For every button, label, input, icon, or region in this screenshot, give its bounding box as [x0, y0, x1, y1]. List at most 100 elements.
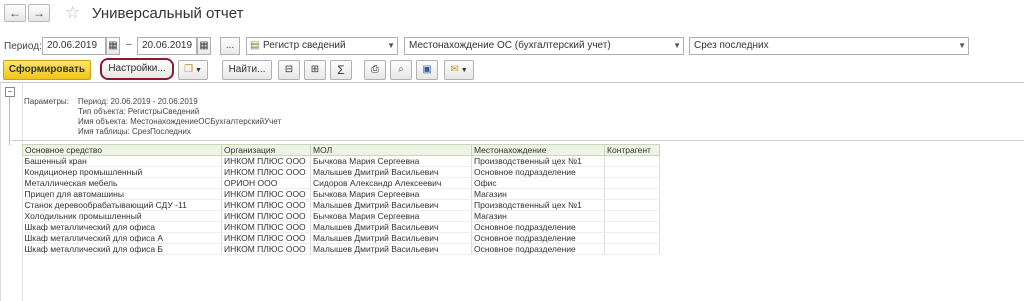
cell-contractor — [604, 155, 660, 167]
cell-asset: Металлическая мебель — [22, 177, 222, 189]
chevron-down-icon: ▼ — [958, 41, 966, 50]
cell-location: Производственный цех №1 — [471, 155, 605, 167]
cell-mol: Сидоров Александр Алексеевич — [310, 177, 472, 189]
cell-organization: ИНКОМ ПЛЮС ООО — [221, 243, 311, 255]
cell-asset: Кондиционер промышленный — [22, 166, 222, 178]
cell-contractor — [604, 188, 660, 200]
settings-button[interactable]: Настройки... — [100, 58, 174, 80]
date-to-field[interactable]: 20.06.2019 — [137, 37, 197, 55]
chevron-down-icon: ▼ — [387, 41, 395, 50]
cell-location: Основное подразделение — [471, 232, 605, 244]
param-line: Имя объекта: МестонахождениеОСБухгалтерс… — [78, 117, 282, 126]
chevron-down-icon: ▼ — [673, 41, 681, 50]
period-label: Период: — [4, 41, 42, 52]
params-list: Период: 20.06.2019 - 20.06.2019 Тип объе… — [78, 97, 281, 137]
back-button[interactable]: ← — [4, 4, 26, 22]
header-mol[interactable]: МОЛ — [310, 144, 472, 156]
table-row[interactable]: Прицеп для автомашины ИНКОМ ПЛЮС ООО Бычко… — [22, 188, 660, 200]
table-header-row: Основное средство Организация МОЛ Местон… — [22, 144, 660, 156]
header-contractor[interactable]: Контрагент — [604, 144, 660, 156]
page-title: Универсальный отчет — [92, 5, 244, 22]
cell-mol: Малышев Дмитрий Васильевич — [310, 232, 472, 244]
param-line: Тип объекта: РегистрыСведений — [78, 107, 200, 116]
collapse-groups-button[interactable]: ⊟ — [278, 60, 300, 80]
params-divider — [12, 140, 1024, 141]
cell-contractor — [604, 243, 660, 255]
param-line: Имя таблицы: СрезПоследних — [78, 127, 191, 136]
grid-plus-icon: ⊞ — [310, 64, 320, 75]
cell-location: Магазин — [471, 210, 605, 222]
cell-location: Основное подразделение — [471, 166, 605, 178]
report-table: Основное средство Организация МОЛ Местон… — [22, 144, 660, 255]
find-button[interactable]: Найти... — [222, 60, 272, 80]
table-row[interactable]: Шкаф металлический для офиса Б ИНКОМ ПЛЮС… — [22, 243, 660, 255]
sum-button[interactable]: Σ — [330, 60, 352, 80]
header-location[interactable]: Местонахождение — [471, 144, 605, 156]
calendar-to-button[interactable]: ▦ — [197, 37, 211, 55]
cell-organization: ИНКОМ ПЛЮС ООО — [221, 232, 311, 244]
table-row[interactable]: Станок деревообрабатывающий СДУ -11 ИНКОМ… — [22, 199, 660, 211]
table-row[interactable]: Шкаф металлический для офиса ИНКОМ ПЛЮС О… — [22, 221, 660, 233]
forward-button[interactable]: → — [28, 4, 50, 22]
table-row[interactable]: Шкаф металлический для офиса А ИНКОМ ПЛЮС… — [22, 232, 660, 244]
preview-button[interactable]: ⌕ — [390, 60, 412, 80]
param-line: Период: 20.06.2019 - 20.06.2019 — [78, 97, 198, 106]
printer-icon: ⎙ — [371, 64, 379, 75]
cell-mol: Малышев Дмитрий Васильевич — [310, 199, 472, 211]
register-name-select[interactable]: Местонахождение ОС (бухгалтерский учет) … — [404, 37, 684, 55]
calendar-icon: ▦ — [108, 40, 118, 51]
cell-mol: Малышев Дмитрий Васильевич — [310, 243, 472, 255]
envelope-icon: ✉ — [450, 64, 459, 75]
cell-location: Производственный цех №1 — [471, 199, 605, 211]
header-asset[interactable]: Основное средство — [22, 144, 222, 156]
cell-location: Магазин — [471, 188, 605, 200]
calendar-icon: ▦ — [199, 40, 209, 51]
cell-asset: Шкаф металлический для офиса — [22, 221, 222, 233]
preview-icon: ⌕ — [398, 64, 404, 75]
collapse-params-toggle[interactable]: − — [5, 87, 15, 97]
cell-location: Офис — [471, 177, 605, 189]
arrow-right-icon: → — [33, 6, 45, 20]
grid-minus-icon: ⊟ — [284, 64, 294, 75]
table-name-select[interactable]: Срез последних ▼ — [689, 37, 969, 55]
report-left-border — [0, 83, 1, 301]
cell-mol: Бычкова Мария Сергеевна — [310, 210, 472, 222]
cell-location: Основное подразделение — [471, 243, 605, 255]
date-from-field[interactable]: 20.06.2019 — [42, 37, 106, 55]
date-separator: – — [126, 39, 132, 50]
generate-button[interactable]: Сформировать — [3, 60, 91, 80]
star-icon[interactable]: ☆ — [65, 3, 80, 23]
copy-icon: ❐ — [184, 64, 194, 75]
chevron-down-icon: ▼ — [458, 67, 468, 74]
table-row[interactable]: Металлическая мебель ОРИОН ООО Сидоров Але… — [22, 177, 660, 189]
table-name-value: Срез последних — [694, 40, 769, 51]
cell-asset: Холодильник промышленный — [22, 210, 222, 222]
cell-contractor — [604, 221, 660, 233]
period-select-button[interactable]: ... — [220, 37, 240, 55]
chevron-down-icon: ▼ — [193, 67, 202, 74]
table-row[interactable]: Башенный кран ИНКОМ ПЛЮС ООО Бычкова Мария… — [22, 155, 660, 167]
register-type-value: Регистр сведений — [263, 40, 346, 51]
cell-organization: ИНКОМ ПЛЮС ООО — [221, 221, 311, 233]
table-row[interactable]: Холодильник промышленный ИНКОМ ПЛЮС ООО Бы… — [22, 210, 660, 222]
cell-mol: Бычкова Мария Сергеевна — [310, 155, 472, 167]
cell-contractor — [604, 177, 660, 189]
header-organization[interactable]: Организация — [221, 144, 311, 156]
table-row[interactable]: Кондиционер промышленный ИНКОМ ПЛЮС ООО Ма… — [22, 166, 660, 178]
cell-asset: Шкаф металлический для офиса Б — [22, 243, 222, 255]
expand-groups-button[interactable]: ⊞ — [304, 60, 326, 80]
cell-location: Основное подразделение — [471, 221, 605, 233]
arrow-left-icon: ← — [9, 6, 21, 20]
save-button[interactable]: ▣ — [416, 60, 438, 80]
cell-asset: Прицеп для автомашины — [22, 188, 222, 200]
send-button[interactable]: ✉ ▼ — [444, 60, 474, 80]
variants-button[interactable]: ❐ ▼ — [178, 60, 208, 80]
cell-organization: ИНКОМ ПЛЮС ООО — [221, 199, 311, 211]
print-button[interactable]: ⎙ — [364, 60, 386, 80]
register-type-select[interactable]: ▤ Регистр сведений ▼ — [246, 37, 398, 55]
cell-mol: Малышев Дмитрий Васильевич — [310, 221, 472, 233]
calendar-from-button[interactable]: ▦ — [106, 37, 120, 55]
cell-organization: ИНКОМ ПЛЮС ООО — [221, 155, 311, 167]
cell-asset: Башенный кран — [22, 155, 222, 167]
params-label: Параметры: — [24, 97, 69, 106]
